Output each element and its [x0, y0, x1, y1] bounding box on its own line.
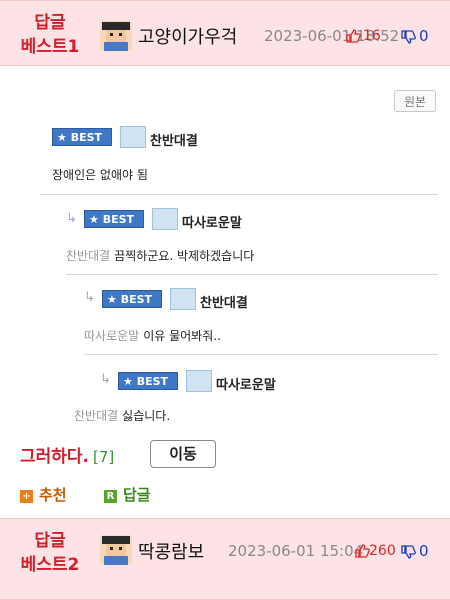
best-badge: ★ BEST: [84, 210, 144, 228]
divider: [40, 194, 438, 195]
move-button[interactable]: 이동: [150, 440, 216, 468]
reply-arrow-icon: ↳: [84, 290, 95, 305]
upvote-count: 16: [363, 28, 381, 44]
best-badge: ★ BEST: [102, 290, 162, 308]
recommend-link[interactable]: + 추천: [20, 484, 67, 505]
comment-text: 찬반대결 끔찍하군요. 박제하겠습니다: [66, 247, 254, 264]
reply-arrow-icon: ↳: [100, 372, 111, 387]
thumbs-down-icon[interactable]: [400, 29, 416, 45]
nickname[interactable]: 고양이가우걱: [138, 23, 237, 49]
downvote-count: 0: [419, 27, 429, 45]
comment-text: 찬반대결 싫습니다.: [74, 407, 170, 424]
thumbs-down-icon[interactable]: [400, 544, 416, 560]
reply-to-nickname: 찬반대결: [66, 249, 111, 263]
thumbs-up-icon[interactable]: [354, 543, 370, 559]
post-date: 2023-06-01 15:04: [228, 542, 364, 560]
comment-body: 끔찍하군요. 박제하겠습니다: [114, 249, 255, 263]
commenter-avatar: [170, 288, 196, 310]
best-badge: ★ BEST: [52, 128, 112, 146]
commenter-avatar: [152, 208, 178, 230]
post-header-1: 답글 베스트1 고양이가우걱 2023-06-01 18:52 16 0: [0, 0, 450, 66]
reply-icon: R: [104, 490, 117, 503]
original-button[interactable]: 원본: [394, 90, 436, 112]
recommend-label: 추천: [39, 486, 67, 504]
post-title-text: 그러하다.: [20, 447, 90, 467]
reply-link[interactable]: R 답글: [104, 484, 151, 505]
nickname[interactable]: 딱콩람보: [138, 538, 204, 564]
reply-to-nickname: 따사로운말: [84, 329, 140, 343]
avatar[interactable]: [100, 21, 132, 51]
rank-label: 답글 베스트2: [12, 529, 88, 577]
upvote-count: 260: [369, 543, 396, 559]
reply-arrow-icon: ↳: [66, 211, 77, 226]
rank-line-2: 베스트1: [20, 37, 80, 57]
comment-nickname: 찬반대결: [150, 134, 198, 149]
post-title[interactable]: 그러하다. [7]: [20, 442, 114, 467]
comment-body: 싫습니다.: [122, 409, 171, 423]
rank-line-2: 베스트2: [20, 555, 80, 575]
reply-to-nickname: 찬반대결: [74, 409, 119, 423]
reply-label: 답글: [123, 486, 151, 504]
comment-body: 이유 물어봐줘..: [143, 329, 221, 343]
comment-nickname: 찬반대결: [200, 296, 248, 311]
rank-label: 답글 베스트1: [12, 11, 88, 59]
comment-count: [7]: [93, 448, 115, 466]
comment-nickname: 따사로운말: [216, 378, 276, 393]
best-badge: ★ BEST: [118, 372, 178, 390]
post-header-2: 답글 베스트2 딱콩람보 2023-06-01 15:04 260 0: [0, 518, 450, 600]
avatar[interactable]: [100, 535, 132, 565]
commenter-avatar: [120, 126, 146, 148]
comment-text: 장애인은 없애야 됨: [52, 168, 148, 182]
divider: [84, 354, 438, 355]
rank-line-1: 답글: [34, 13, 66, 33]
plus-icon: +: [20, 490, 33, 503]
downvote-count: 0: [419, 542, 429, 560]
comment-text: 따사로운말 이유 물어봐줘..: [84, 327, 221, 344]
commenter-avatar: [186, 370, 212, 392]
thumbs-up-icon[interactable]: [345, 28, 361, 44]
divider: [66, 274, 438, 275]
rank-line-1: 답글: [34, 531, 66, 551]
comment-nickname: 따사로운말: [182, 216, 242, 231]
